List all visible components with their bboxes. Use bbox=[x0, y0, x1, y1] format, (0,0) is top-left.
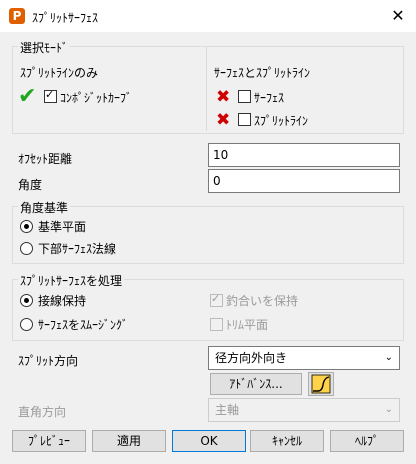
split-line-only-label: ｽﾌﾟﾘｯﾄﾗｲﾝのみ bbox=[20, 66, 99, 80]
orthogonal-direction-select[interactable]: 主軸 ⌄ bbox=[208, 398, 400, 422]
cancel-button[interactable]: ｷｬﾝｾﾙ bbox=[250, 430, 324, 452]
offset-input[interactable]: 10 bbox=[208, 143, 400, 167]
split-direction-value: 径方向外向き bbox=[215, 351, 288, 365]
red-x-icon: ✖ bbox=[216, 110, 231, 130]
bottom-surface-normal-radio[interactable] bbox=[20, 242, 33, 255]
surface-checkbox[interactable] bbox=[238, 90, 251, 103]
split-direction-select[interactable]: 径方向外向き ⌄ bbox=[208, 346, 400, 370]
close-icon[interactable]: ✕ bbox=[388, 6, 408, 26]
angle-input[interactable]: 0 bbox=[208, 169, 400, 193]
process-label: ｽﾌﾟﾘｯﾄｻｰﾌｪｽを処理 bbox=[18, 272, 125, 289]
angle-reference-label: 角度基準 bbox=[18, 199, 71, 216]
window-title: ｽﾌﾟﾘｯﾄｻｰﾌｪｽ bbox=[32, 11, 99, 25]
bottom-surface-normal-label: 下部ｻｰﾌｪｽ法線 bbox=[38, 242, 117, 256]
angle-label: 角度 bbox=[18, 178, 43, 192]
reference-plane-radio[interactable] bbox=[20, 220, 33, 233]
apply-button[interactable]: 適用 bbox=[92, 430, 166, 452]
smooth-surface-label: ｻｰﾌｪｽをｽﾑｰｼﾞﾝｸﾞ bbox=[38, 318, 129, 332]
keep-tangent-radio[interactable] bbox=[20, 294, 33, 307]
help-button[interactable]: ﾍﾙﾌﾟ bbox=[330, 430, 404, 452]
selection-mode-label: 選択ﾓｰﾄﾞ bbox=[18, 39, 71, 56]
chevron-down-icon: ⌄ bbox=[384, 352, 393, 363]
split-line-checkbox[interactable] bbox=[238, 113, 251, 126]
keep-balance-checkbox[interactable] bbox=[210, 292, 223, 307]
trim-plane-checkbox[interactable] bbox=[210, 318, 223, 331]
split-direction-label: ｽﾌﾟﾘｯﾄ方向 bbox=[18, 354, 79, 368]
red-x-icon: ✖ bbox=[216, 87, 231, 107]
smooth-surface-radio[interactable] bbox=[20, 318, 33, 331]
surface-and-split-label: ｻｰﾌｪｽとｽﾌﾟﾘｯﾄﾗｲﾝ bbox=[214, 66, 311, 80]
chevron-down-icon: ⌄ bbox=[384, 404, 393, 415]
preview-button[interactable]: ﾌﾟﾚﾋﾞｭｰ bbox=[12, 430, 86, 452]
composite-curve-checkbox[interactable] bbox=[44, 88, 57, 103]
green-check-icon: ✔ bbox=[18, 84, 37, 109]
orthogonal-direction-value: 主軸 bbox=[215, 403, 240, 417]
composite-curve-label: ｺﾝﾎﾟｼﾞｯﾄｶｰﾌﾞ bbox=[60, 91, 133, 105]
group-divider bbox=[206, 47, 207, 131]
advanced-button[interactable]: ｱﾄﾞﾊﾞﾝｽ... bbox=[210, 373, 302, 395]
app-icon: P bbox=[9, 8, 25, 24]
offset-label: ｵﾌｾｯﾄ距離 bbox=[18, 152, 73, 166]
surface-label: ｻｰﾌｪｽ bbox=[254, 91, 285, 105]
keep-tangent-label: 接線保持 bbox=[38, 294, 87, 308]
curve-shape-button[interactable] bbox=[308, 372, 334, 396]
curve-shape-icon bbox=[311, 374, 331, 394]
reference-plane-label: 基準平面 bbox=[38, 220, 87, 234]
trim-plane-label: ﾄﾘﾑ平面 bbox=[226, 318, 269, 332]
split-line-label: ｽﾌﾟﾘｯﾄﾗｲﾝ bbox=[254, 114, 309, 128]
keep-balance-label: 釣合いを保持 bbox=[226, 294, 299, 308]
orthogonal-direction-label: 直角方向 bbox=[18, 405, 67, 419]
ok-button[interactable]: OK bbox=[172, 430, 246, 452]
